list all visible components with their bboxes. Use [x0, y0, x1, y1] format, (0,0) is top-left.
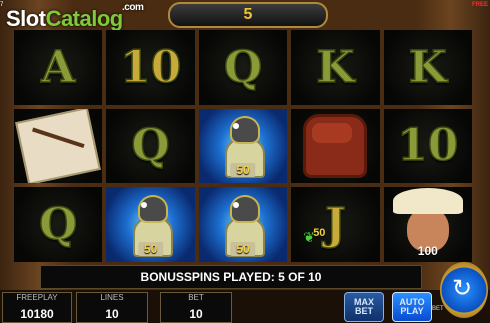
symbol-letter: 10 [396, 120, 459, 173]
bonus-status-text: BONUSSPINS PLAYED: 5 OF 10 [140, 270, 322, 284]
bet-small-label: BET [432, 306, 444, 312]
reel-cell: 100 [383, 187, 472, 262]
lines-box[interactable]: LINES 10 [76, 292, 148, 323]
symbol-letter: K [408, 41, 448, 94]
symbol-letter: A [40, 41, 76, 94]
reel-cell: Q [198, 30, 288, 105]
reel-cell: K [291, 30, 380, 105]
reel-cell: A [14, 30, 103, 105]
logo-suffix: .com [122, 2, 144, 13]
lines-value: 10 [105, 307, 119, 321]
reel-cell: Q [106, 108, 195, 184]
reel-cell: 10 [106, 30, 195, 105]
reel-cell-bonus: 50 [198, 187, 288, 262]
symbol-value: 50 [230, 163, 256, 178]
reel-grid: A 10 Q K K Q 50 10 Q 50 50 J ❦ 50 100 [14, 30, 472, 262]
spin-button[interactable]: ↻ [440, 262, 488, 318]
corner-left-label: 7 [0, 2, 4, 8]
max-bet-button[interactable]: MAX BET [344, 292, 384, 322]
symbol-letter: K [316, 41, 356, 94]
symbol-letter: Q [223, 41, 263, 94]
freeplay-value: 10180 [20, 307, 54, 321]
symbol-letter: Q [38, 198, 78, 251]
logo-accent: Catalog [45, 6, 124, 31]
bet-value: 10 [189, 307, 203, 321]
max-bet-line2: BET [355, 306, 373, 316]
symbol-value: 50 [230, 241, 256, 256]
bet-label: BET [188, 293, 204, 302]
lines-label: LINES [100, 293, 124, 302]
corner-right-label: FREE [471, 2, 488, 8]
symbol-value: 50 [137, 241, 164, 256]
free-spins-counter-value: 5 [243, 6, 253, 23]
logo-main: Slot [6, 6, 46, 31]
reel-cell-bonus: 50 [106, 187, 195, 262]
reel-cell [14, 108, 103, 184]
symbol-value: 100 [417, 243, 438, 258]
freeplay-label: FREEPLAY [16, 293, 58, 302]
reel-cell: J ❦ 50 [291, 187, 380, 262]
control-panel: FREEPLAY 10180 LINES 10 BET 10 MAX BET A… [0, 290, 490, 323]
bonus-status-banner: BONUSSPINS PLAYED: 5 OF 10 [40, 265, 422, 289]
reel-cell: Q [14, 187, 103, 262]
backpack-symbol-icon [303, 113, 368, 178]
auto-play-button[interactable]: AUTO PLAY [392, 292, 432, 322]
bet-box[interactable]: BET 10 [160, 292, 232, 323]
map-symbol-icon [15, 108, 102, 184]
slotcatalog-logo: SlotCatalog .com [6, 2, 144, 32]
symbol-letter: 10 [119, 41, 182, 94]
auto-play-line2: PLAY [400, 306, 424, 316]
reel-cell: 10 [383, 108, 472, 184]
reel-cell-bonus: 50 [198, 108, 288, 184]
symbol-letter: J [324, 198, 346, 251]
freeplay-box: FREEPLAY 10180 [2, 292, 72, 323]
symbol-letter: Q [131, 120, 171, 173]
free-spins-counter: 5 [168, 2, 328, 28]
reel-cell [291, 108, 380, 184]
symbol-value: 50 [313, 227, 326, 240]
reel-cell: K [383, 30, 472, 105]
refresh-icon: ↻ [452, 275, 473, 302]
